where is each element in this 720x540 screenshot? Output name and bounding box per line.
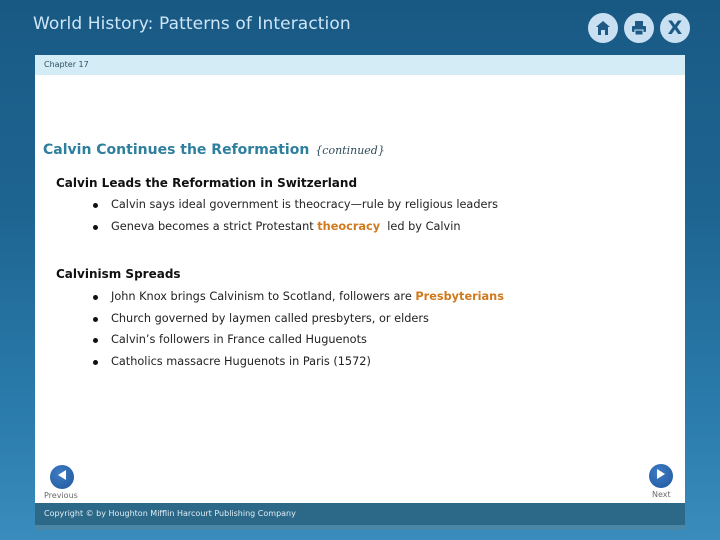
- next-button[interactable]: [649, 464, 673, 488]
- copyright-text: Copyright © by Houghton Mifflin Harcourt…: [44, 509, 296, 518]
- home-button[interactable]: [588, 13, 618, 43]
- content-panel: Chapter 17 Calvin Continues the Reformat…: [35, 55, 685, 525]
- close-icon: X: [667, 16, 683, 39]
- list-item: John Knox brings Calvinism to Scotland, …: [91, 286, 504, 308]
- bullet-list: John Knox brings Calvinism to Scotland, …: [91, 286, 504, 372]
- arrow-right-icon: [655, 467, 667, 485]
- slide-title-text: Calvin Continues the Reformation: [43, 142, 310, 158]
- bullet-text: Geneva becomes a strict Protestant: [111, 219, 318, 233]
- slide-title: Calvin Continues the Reformation {continu…: [43, 142, 385, 158]
- list-item: Catholics massacre Huguenots in Paris (1…: [91, 351, 504, 373]
- footer-bar: Copyright © by Houghton Mifflin Harcourt…: [35, 503, 685, 525]
- list-item: Geneva becomes a strict Protestant theoc…: [91, 216, 498, 238]
- previous-button[interactable]: [50, 465, 74, 489]
- header-toolbar: X: [588, 13, 690, 43]
- print-button[interactable]: [624, 13, 654, 43]
- highlighted-term[interactable]: theocracy: [317, 220, 380, 233]
- chapter-bar: Chapter 17: [35, 55, 685, 75]
- home-icon: [594, 19, 612, 37]
- slide-title-suffix: {continued}: [315, 144, 385, 157]
- header-bar: World History: Patterns of Interaction X: [0, 0, 720, 55]
- list-item: Calvin says ideal government is theocrac…: [91, 194, 498, 216]
- next-label[interactable]: Next: [652, 490, 671, 499]
- list-item: Church governed by laymen called presbyt…: [91, 308, 504, 330]
- print-icon: [630, 19, 648, 37]
- previous-label[interactable]: Previous: [44, 491, 78, 500]
- highlighted-term[interactable]: Presbyterians: [415, 290, 504, 303]
- footer-divider: [35, 525, 685, 530]
- bullet-list: Calvin says ideal government is theocrac…: [91, 194, 498, 237]
- bullet-text: John Knox brings Calvinism to Scotland, …: [111, 290, 416, 303]
- close-button[interactable]: X: [660, 13, 690, 43]
- bullet-text: led by Calvin: [380, 219, 461, 233]
- chapter-label: Chapter 17: [44, 60, 89, 69]
- app-title: World History: Patterns of Interaction: [33, 14, 351, 34]
- section-heading: Calvinism Spreads: [56, 267, 181, 281]
- arrow-left-icon: [56, 468, 68, 486]
- list-item: Calvin’s followers in France called Hugu…: [91, 329, 504, 351]
- section-heading: Calvin Leads the Reformation in Switzerl…: [56, 176, 358, 190]
